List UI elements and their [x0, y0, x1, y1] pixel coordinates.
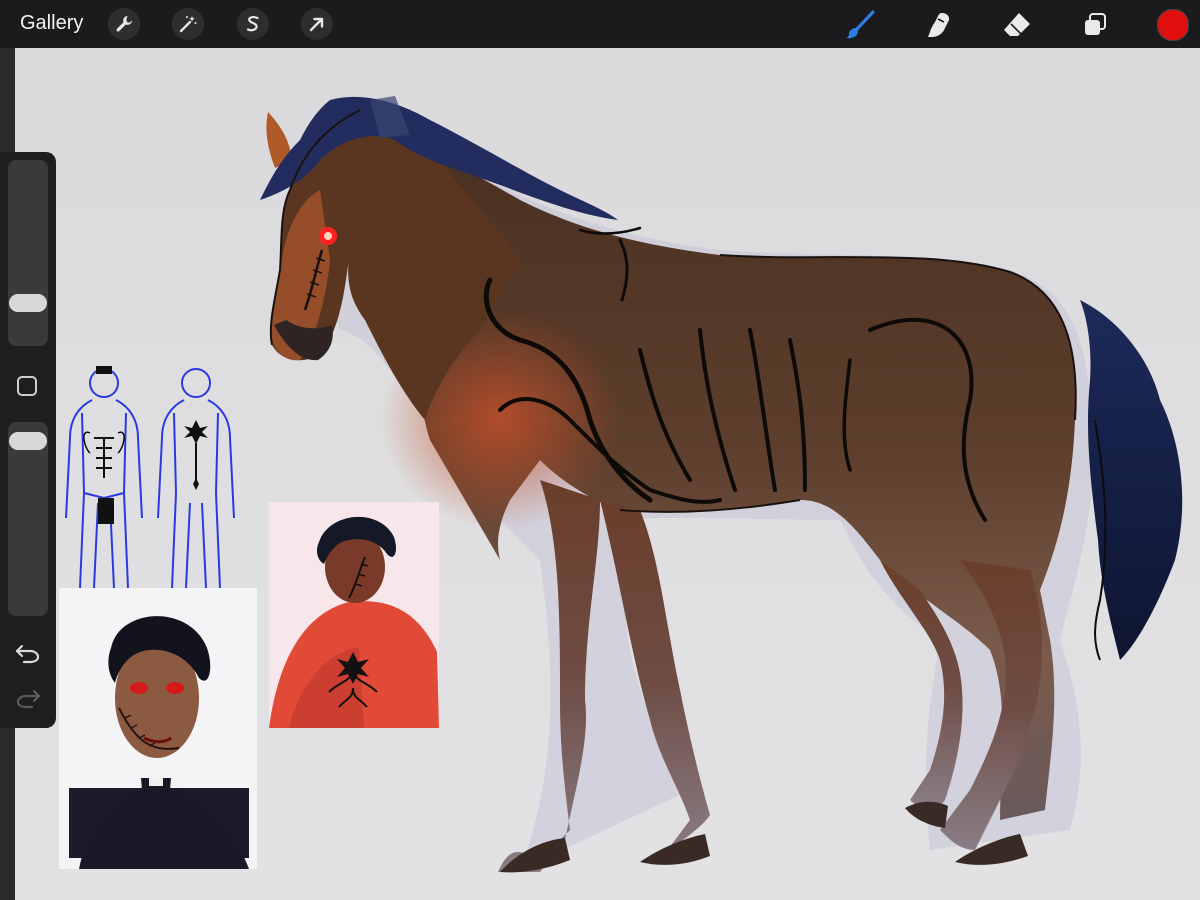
arrow-cursor-icon: [309, 17, 324, 32]
selection-s-icon: [246, 16, 259, 32]
opacity-handle[interactable]: [9, 432, 47, 450]
drawing-canvas[interactable]: [15, 48, 1200, 900]
redo-icon: [16, 689, 41, 709]
color-picker-button[interactable]: [1157, 9, 1189, 41]
eraser-icon: [1004, 13, 1030, 36]
portrait-face: [59, 588, 257, 869]
opacity-slider[interactable]: [8, 422, 48, 616]
smudge-finger-icon: [928, 13, 950, 37]
brush-button[interactable]: [843, 8, 877, 42]
actions-button[interactable]: [108, 8, 140, 40]
magic-wand-icon: [179, 16, 197, 33]
redo-button[interactable]: [14, 687, 42, 709]
layers-icon: [1085, 13, 1106, 35]
adjustments-button[interactable]: [172, 8, 204, 40]
selection-button[interactable]: [237, 8, 269, 40]
wrench-icon: [116, 16, 132, 32]
gallery-button[interactable]: Gallery: [20, 12, 83, 35]
undo-icon: [15, 644, 40, 664]
undo-button[interactable]: [14, 642, 42, 664]
modify-button[interactable]: [17, 376, 37, 396]
eraser-button[interactable]: [1000, 8, 1034, 42]
portrait-back-tattoo: [269, 502, 439, 728]
smudge-button[interactable]: [922, 8, 956, 42]
brush-size-handle[interactable]: [9, 294, 47, 312]
layers-button[interactable]: [1078, 8, 1112, 42]
lineart-front-back: [60, 358, 260, 588]
brush-icon: [846, 10, 875, 39]
left-sidebar: [0, 152, 56, 728]
front-figure: [65, 368, 143, 588]
brush-size-slider[interactable]: [8, 160, 48, 346]
transform-button[interactable]: [301, 8, 333, 40]
top-toolbar: Gallery: [0, 0, 1200, 48]
